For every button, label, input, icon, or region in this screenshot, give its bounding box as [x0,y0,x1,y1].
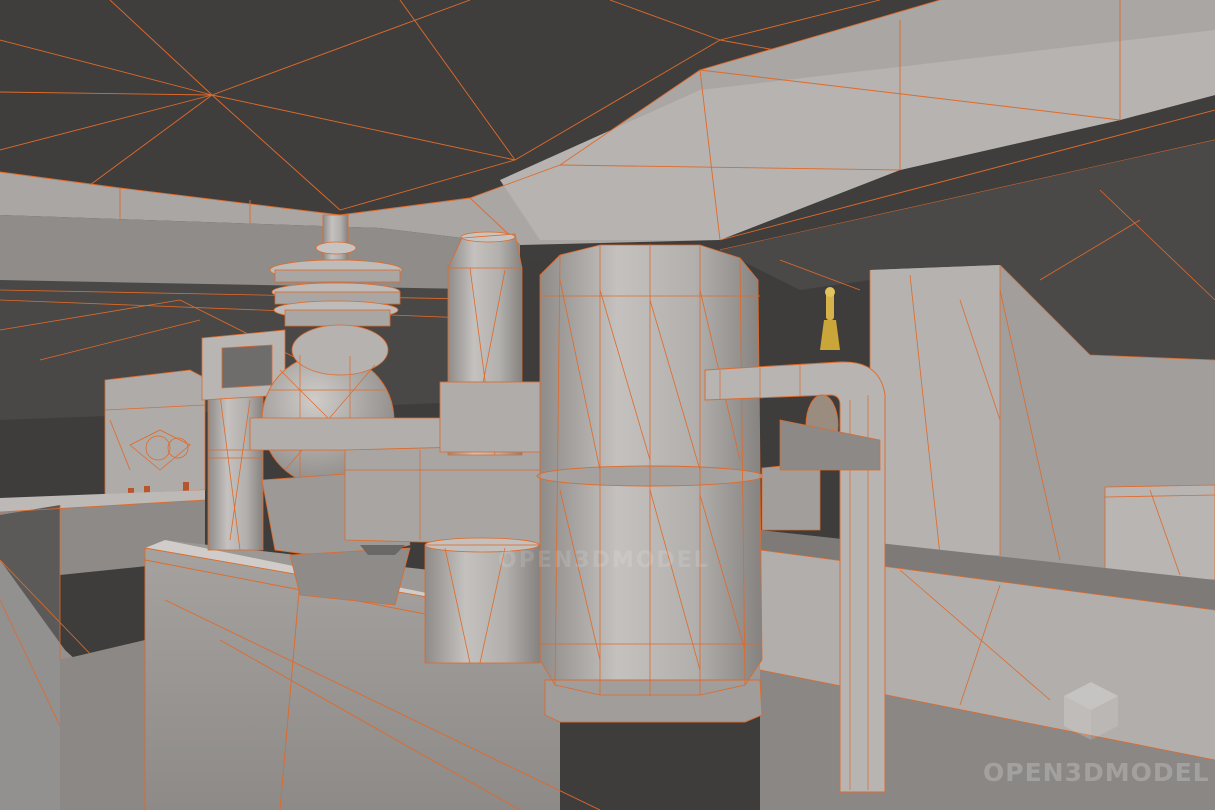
pipe-block [344,444,541,546]
left-machine [104,369,206,498]
right-cabinet [1104,484,1215,581]
watermark-center-text: OPEN3DMODEL [498,548,710,573]
main-tank [536,244,764,723]
cube-logo-icon [1064,682,1118,740]
tall-column [439,231,541,456]
watermark-text: OPEN3DMODEL [983,758,1210,787]
scene-render [0,0,1215,810]
